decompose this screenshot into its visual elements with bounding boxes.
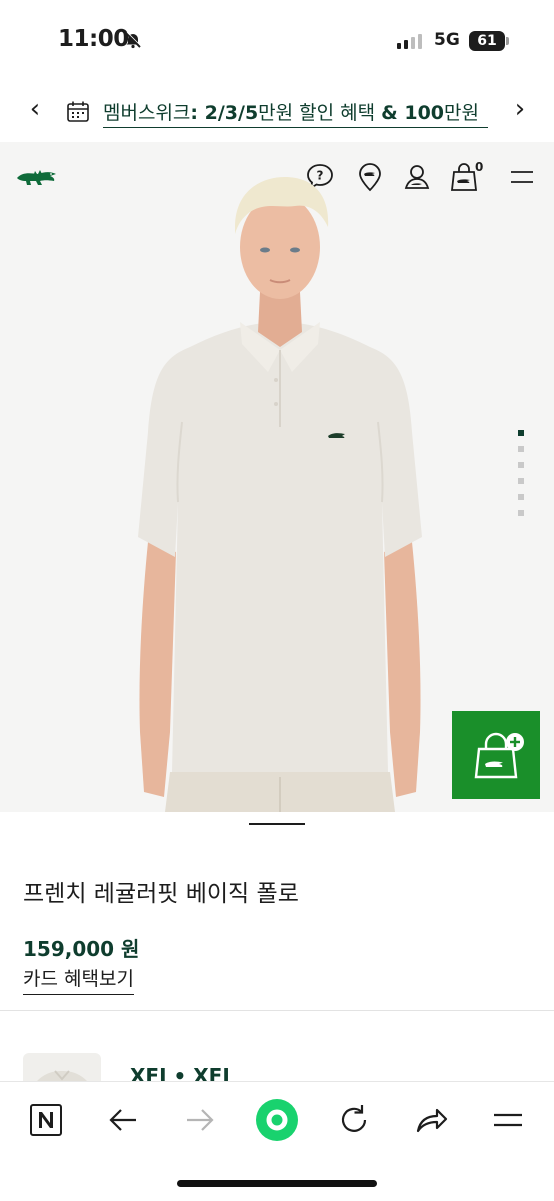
- signal-icon: [397, 34, 422, 49]
- cart-count: 0: [475, 160, 484, 174]
- network-type: 5G: [434, 30, 460, 50]
- product-price: 159,000 원: [23, 937, 140, 961]
- battery-icon: 61: [469, 31, 509, 51]
- bell-muted-icon: [125, 31, 142, 49]
- reload-icon[interactable]: [336, 1102, 372, 1138]
- naver-home-icon[interactable]: [28, 1102, 64, 1138]
- menu-icon[interactable]: [507, 162, 537, 192]
- wishlist-add-button[interactable]: [452, 711, 540, 799]
- share-icon[interactable]: [413, 1102, 449, 1138]
- product-gallery[interactable]: ? 0: [0, 142, 554, 812]
- promo-banner: ‹ 멤버스위크: 2/3/5만원 할인 혜택 & 100만원 ›: [0, 80, 554, 142]
- crocodile-logo-icon[interactable]: [16, 166, 58, 188]
- home-indicator[interactable]: [177, 1180, 377, 1187]
- back-icon[interactable]: [105, 1102, 141, 1138]
- forward-icon[interactable]: [182, 1102, 218, 1138]
- card-benefit-link[interactable]: 카드 혜택보기: [23, 964, 134, 995]
- tabs-menu-icon[interactable]: [490, 1102, 526, 1138]
- status-bar: 11:00 5G 61: [0, 0, 554, 80]
- promo-link[interactable]: 멤버스위크: 2/3/5만원 할인 혜택 & 100만원: [103, 98, 488, 128]
- section-divider: [0, 1010, 554, 1011]
- chevron-left-icon[interactable]: ‹: [20, 94, 50, 124]
- gallery-scroll-indicator: [249, 823, 305, 825]
- product-title: 프렌치 레귤러핏 베이직 폴로: [23, 881, 299, 907]
- wishlist-add-icon: [474, 732, 524, 779]
- status-time: 11:00: [58, 26, 129, 52]
- calendar-icon: [67, 101, 89, 122]
- product-image: [138, 177, 422, 812]
- chevron-right-icon[interactable]: ›: [505, 94, 535, 124]
- gallery-pagination[interactable]: [518, 430, 524, 516]
- green-dot-icon[interactable]: [255, 1098, 299, 1142]
